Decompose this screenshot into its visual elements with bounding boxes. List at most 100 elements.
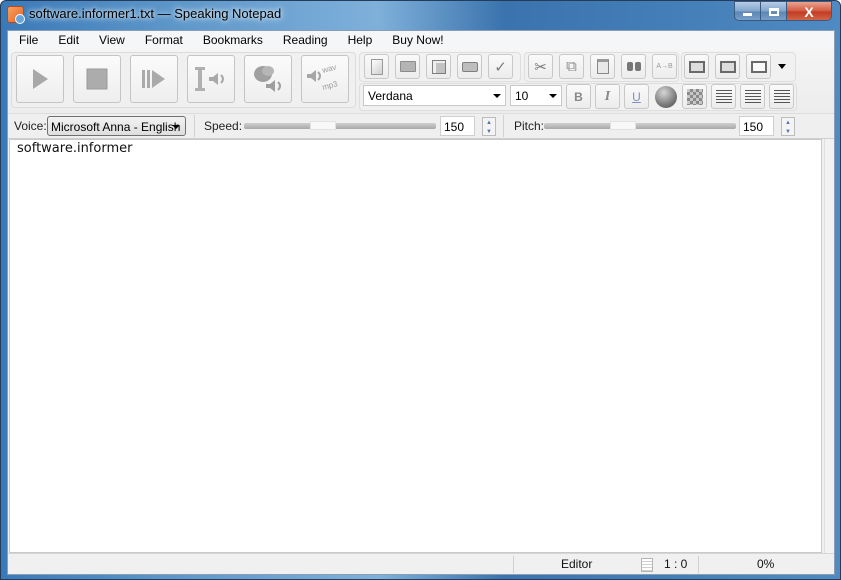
app-icon [7,6,25,24]
menu-edit[interactable]: Edit [48,31,89,50]
print-button[interactable] [457,54,482,79]
editor-content[interactable]: software.informer [17,141,132,156]
background-color-button[interactable] [682,84,707,109]
menu-reading[interactable]: Reading [273,31,338,50]
svg-text:mp3: mp3 [321,79,339,92]
align-left-button[interactable] [711,84,736,109]
align-right-button[interactable] [769,84,794,109]
open-button[interactable] [395,54,420,79]
text-color-button[interactable] [653,84,678,109]
italic-icon: I [604,88,611,104]
align-right-icon [773,89,790,104]
pitch-label: Pitch: [514,119,545,133]
font-select[interactable]: Verdana [363,85,506,106]
voice-select[interactable]: Microsoft Anna - English [47,116,186,136]
font-select-value: Verdana [368,88,413,103]
chevron-down-icon [778,64,786,69]
bookmarks-list-icon [750,60,767,73]
save-audio-button[interactable]: wav mp3 [301,55,349,103]
format-buttons: B I U [566,84,794,109]
menu-buy-now[interactable]: Buy Now! [382,31,453,50]
menu-format[interactable]: Format [135,31,193,50]
pitch-slider-track [544,123,736,129]
menu-bookmarks[interactable]: Bookmarks [193,31,273,50]
voice-select-value: Microsoft Anna - English [51,120,181,134]
close-button[interactable]: X [787,2,831,20]
maximize-button[interactable] [761,2,787,20]
add-bookmark-button[interactable] [684,54,709,79]
spin-up-icon[interactable]: ▲ [782,118,794,127]
italic-button[interactable]: I [595,84,620,109]
vertical-scrollbar[interactable] [824,139,834,553]
spellcheck-button[interactable]: ✓ [488,54,513,79]
speed-label: Speed: [204,119,243,133]
svg-text:wav: wav [320,63,337,76]
stop-icon [86,68,108,90]
spin-down-icon[interactable]: ▼ [782,127,794,136]
chevron-down-icon [493,94,501,98]
add-bookmark-icon [688,60,705,73]
window-controls: X [734,1,832,21]
menu-help[interactable]: Help [338,31,383,50]
bold-icon: B [574,89,583,104]
play-button[interactable] [16,55,64,103]
checker-icon [686,88,703,105]
speed-slider-thumb[interactable] [310,121,336,130]
pause-resume-button[interactable] [130,55,178,103]
separator [513,556,514,573]
pitch-slider-thumb[interactable] [610,121,636,130]
pitch-input[interactable]: 150 [739,116,774,136]
stop-button[interactable] [73,55,121,103]
voice-settings-bar: Voice: Microsoft Anna - English Speed: 1… [8,113,834,139]
goto-bookmark-icon [719,60,736,73]
minimize-button[interactable] [735,2,761,20]
new-document-icon [370,58,383,75]
speed-input[interactable]: 150 [440,116,475,136]
text-editor[interactable]: software.informer [9,139,822,553]
bold-button[interactable]: B [566,84,591,109]
copy-button[interactable]: ⧉ [559,54,584,79]
paste-button[interactable] [590,54,615,79]
binoculars-icon [626,62,641,71]
bookmark-toolbar [684,54,787,79]
cursor-speaker-icon [195,67,224,91]
spin-down-icon[interactable]: ▼ [483,127,495,136]
menu-view[interactable]: View [89,31,135,50]
title-bar[interactable]: software.informer1.txt — Speaking Notepa… [0,0,841,30]
read-from-cursor-button[interactable] [187,55,235,103]
goto-bookmark-button[interactable] [715,54,740,79]
client-area: File Edit View Format Bookmarks Reading … [7,30,835,575]
file-toolbar: ✓ [364,54,513,79]
replace-icon: A→B [656,63,673,70]
align-center-button[interactable] [740,84,765,109]
speed-spinner[interactable]: ▲ ▼ [482,117,496,136]
replace-button[interactable]: A→B [652,54,677,79]
underline-icon: U [632,89,641,104]
bookmark-dropdown-button[interactable] [777,57,787,77]
speed-slider[interactable] [244,114,436,138]
pitch-spinner[interactable]: ▲ ▼ [781,117,795,136]
pause-play-icon [142,70,165,88]
status-mode: Editor [561,557,593,571]
reading-progress: 0% [757,557,775,571]
edit-toolbar: ✂ ⧉ A→B [528,54,677,79]
font-size-value: 10 [515,88,529,103]
spin-up-icon[interactable]: ▲ [483,118,495,127]
save-button[interactable] [426,54,451,79]
paste-icon [596,59,609,74]
menu-file[interactable]: File [8,31,48,50]
read-clipboard-button[interactable] [244,55,292,103]
new-button[interactable] [364,54,389,79]
bookmarks-list-button[interactable] [746,54,771,79]
close-icon: X [804,3,814,20]
color-sphere-icon [654,85,677,108]
underline-button[interactable]: U [624,84,649,109]
find-button[interactable] [621,54,646,79]
font-size-select[interactable]: 10 [510,85,562,106]
cut-button[interactable]: ✂ [528,54,553,79]
window-title: software.informer1.txt — Speaking Notepa… [29,6,282,21]
separator [503,115,504,137]
chevron-down-icon [549,94,557,98]
pitch-slider[interactable] [544,114,736,138]
clipboard-speaker-icon [254,66,281,92]
